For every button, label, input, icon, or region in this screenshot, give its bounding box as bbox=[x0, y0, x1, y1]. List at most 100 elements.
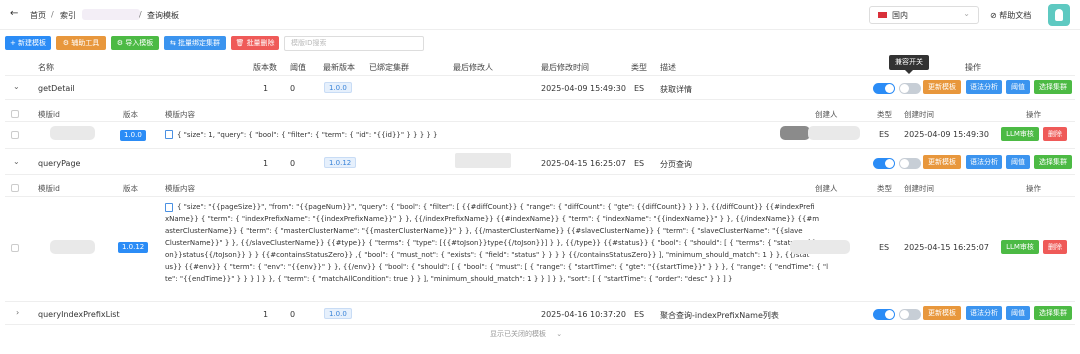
template-desc: 聚合查询-indexPrefixName列表 bbox=[660, 311, 779, 320]
new-template-button[interactable]: + 新建模板 bbox=[5, 36, 51, 50]
help-docs-link[interactable]: ⊘ 帮助文档 bbox=[990, 10, 1031, 21]
breadcrumb-index[interactable]: 索引 bbox=[60, 10, 76, 21]
sub-type: ES bbox=[879, 243, 890, 252]
delete-version-button[interactable]: 删除 bbox=[1043, 127, 1067, 141]
template-content-line: { "size": "{{pageSize}}", "from": "{{pag… bbox=[177, 203, 815, 211]
blurred-template-id bbox=[50, 240, 95, 254]
template-desc: 分页查询 bbox=[660, 160, 692, 169]
col-name: 名称 bbox=[38, 63, 54, 72]
blurred-creator-name bbox=[808, 126, 860, 140]
llm-review-button[interactable]: LLM审核 bbox=[1001, 240, 1039, 254]
aux-tools-button[interactable]: ⚙ 辅助工具 bbox=[56, 36, 106, 50]
version-count: 1 bbox=[263, 310, 269, 319]
created-time: 2025-04-15 16:25:07 bbox=[904, 243, 989, 252]
latest-version-tag: 1.0.0 bbox=[324, 308, 352, 319]
threshold-button[interactable]: 阈值 bbox=[1006, 80, 1030, 94]
template-name: getDetail bbox=[38, 84, 75, 93]
region-select[interactable]: 国内 ⌄ bbox=[869, 6, 979, 24]
china-flag-icon bbox=[878, 12, 887, 18]
template-name: queryIndexPrefixList bbox=[38, 310, 120, 319]
col-latest-version: 最新版本 bbox=[323, 63, 355, 72]
threshold-value: 0 bbox=[290, 84, 296, 93]
template-content-line: on}}status{{/toJson}} } } {{#containsSta… bbox=[165, 251, 810, 259]
last-modified-time: 2025-04-15 16:25:07 bbox=[541, 159, 626, 168]
copy-icon[interactable] bbox=[165, 130, 173, 139]
last-modified-time: 2025-04-09 15:49:30 bbox=[541, 84, 626, 93]
sub-col-created: 创建时间 bbox=[904, 110, 934, 119]
chevron-down-icon[interactable]: ⌄ bbox=[13, 157, 20, 166]
chevron-down-icon: ⌄ bbox=[963, 9, 970, 18]
sub-col-type: 类型 bbox=[877, 110, 892, 119]
select-all-checkbox[interactable] bbox=[11, 184, 19, 192]
col-type: 类型 bbox=[631, 63, 647, 72]
select-cluster-button[interactable]: 选择集群 bbox=[1034, 155, 1072, 169]
template-content-line: te": "{{endTime}}" } } } ] } }, { "term"… bbox=[165, 275, 733, 283]
copy-icon[interactable] bbox=[165, 203, 173, 212]
select-cluster-button[interactable]: 选择集群 bbox=[1034, 306, 1072, 320]
update-template-button[interactable]: 更新模板 bbox=[923, 155, 961, 169]
template-id-search-input[interactable]: 模版ID搜索 bbox=[284, 36, 424, 51]
threshold-button[interactable]: 阈值 bbox=[1006, 155, 1030, 169]
latest-version-tag: 1.0.0 bbox=[324, 82, 352, 93]
version-count: 1 bbox=[263, 84, 269, 93]
compat-toggle[interactable] bbox=[899, 309, 921, 320]
threshold-button[interactable]: 阈值 bbox=[1006, 306, 1030, 320]
template-content-line: us}} {{#env}} { "term": { "env": "{{env}… bbox=[165, 263, 829, 271]
compat-toggle[interactable] bbox=[899, 158, 921, 169]
sub-col-created: 创建时间 bbox=[904, 184, 934, 193]
enable-toggle[interactable] bbox=[873, 158, 895, 169]
template-name: queryPage bbox=[38, 159, 81, 168]
threshold-value: 0 bbox=[290, 310, 296, 319]
chevron-down-icon: ⌄ bbox=[556, 330, 563, 338]
compat-toggle[interactable] bbox=[899, 83, 921, 94]
sub-col-creator: 创建人 bbox=[815, 184, 838, 193]
import-template-button[interactable]: ⚙ 导入模板 bbox=[111, 36, 159, 50]
select-cluster-button[interactable]: 选择集群 bbox=[1034, 80, 1072, 94]
blurred-last-modifier bbox=[455, 153, 511, 168]
divider bbox=[5, 324, 1075, 325]
batch-bind-cluster-button[interactable]: ⇆ 批量绑定集群 bbox=[164, 36, 226, 50]
sub-col-version: 版本 bbox=[123, 184, 138, 193]
version-count: 1 bbox=[263, 159, 269, 168]
col-threshold: 阈值 bbox=[290, 63, 306, 72]
select-all-checkbox[interactable] bbox=[11, 110, 19, 118]
syntax-analysis-button[interactable]: 语法分析 bbox=[966, 306, 1002, 320]
chevron-right-icon[interactable]: › bbox=[16, 308, 19, 317]
enable-toggle[interactable] bbox=[873, 83, 895, 94]
sub-col-type: 类型 bbox=[877, 184, 892, 193]
show-closed-templates-toggle[interactable]: 显示已关闭的模板 ⌄ bbox=[490, 329, 562, 339]
help-docs-label: 帮助文档 bbox=[999, 11, 1032, 20]
sub-col-version: 版本 bbox=[123, 110, 138, 119]
sub-col-content: 模版内容 bbox=[165, 110, 195, 119]
row-checkbox[interactable] bbox=[11, 131, 19, 139]
app-logo bbox=[1048, 4, 1070, 26]
breadcrumb-home[interactable]: 首页 bbox=[30, 10, 46, 21]
llm-review-button[interactable]: LLM审核 bbox=[1001, 127, 1039, 141]
sub-col-ops: 操作 bbox=[1026, 110, 1041, 119]
divider bbox=[5, 99, 1075, 100]
row-checkbox[interactable] bbox=[11, 244, 19, 252]
sub-col-content: 模版内容 bbox=[165, 184, 195, 193]
update-template-button[interactable]: 更新模板 bbox=[923, 306, 961, 320]
syntax-analysis-button[interactable]: 语法分析 bbox=[966, 155, 1002, 169]
compat-tooltip: 兼容开关 bbox=[889, 55, 929, 74]
batch-delete-button[interactable]: 🗑 批量删除 bbox=[231, 36, 279, 50]
sub-col-template-id: 模版id bbox=[38, 184, 60, 193]
sub-type: ES bbox=[879, 130, 890, 139]
version-tag: 1.0.0 bbox=[120, 130, 146, 141]
template-content-line: asterClusterName}} { "term": { "masterCl… bbox=[165, 227, 803, 235]
threshold-value: 0 bbox=[290, 159, 296, 168]
update-template-button[interactable]: 更新模板 bbox=[923, 80, 961, 94]
chevron-down-icon[interactable]: ⌄ bbox=[13, 82, 20, 91]
syntax-analysis-button[interactable]: 语法分析 bbox=[966, 80, 1002, 94]
arrow-left-icon[interactable]: ← bbox=[10, 8, 18, 19]
blurred-creator-avatar bbox=[780, 126, 810, 140]
divider bbox=[5, 75, 1075, 76]
enable-toggle[interactable] bbox=[873, 309, 895, 320]
template-type: ES bbox=[634, 310, 645, 319]
region-value: 国内 bbox=[892, 11, 908, 20]
breadcrumb-separator: / bbox=[51, 10, 54, 19]
col-last-modifier: 最后修改人 bbox=[453, 63, 493, 72]
sub-col-ops: 操作 bbox=[1026, 184, 1041, 193]
delete-version-button[interactable]: 删除 bbox=[1043, 240, 1067, 254]
